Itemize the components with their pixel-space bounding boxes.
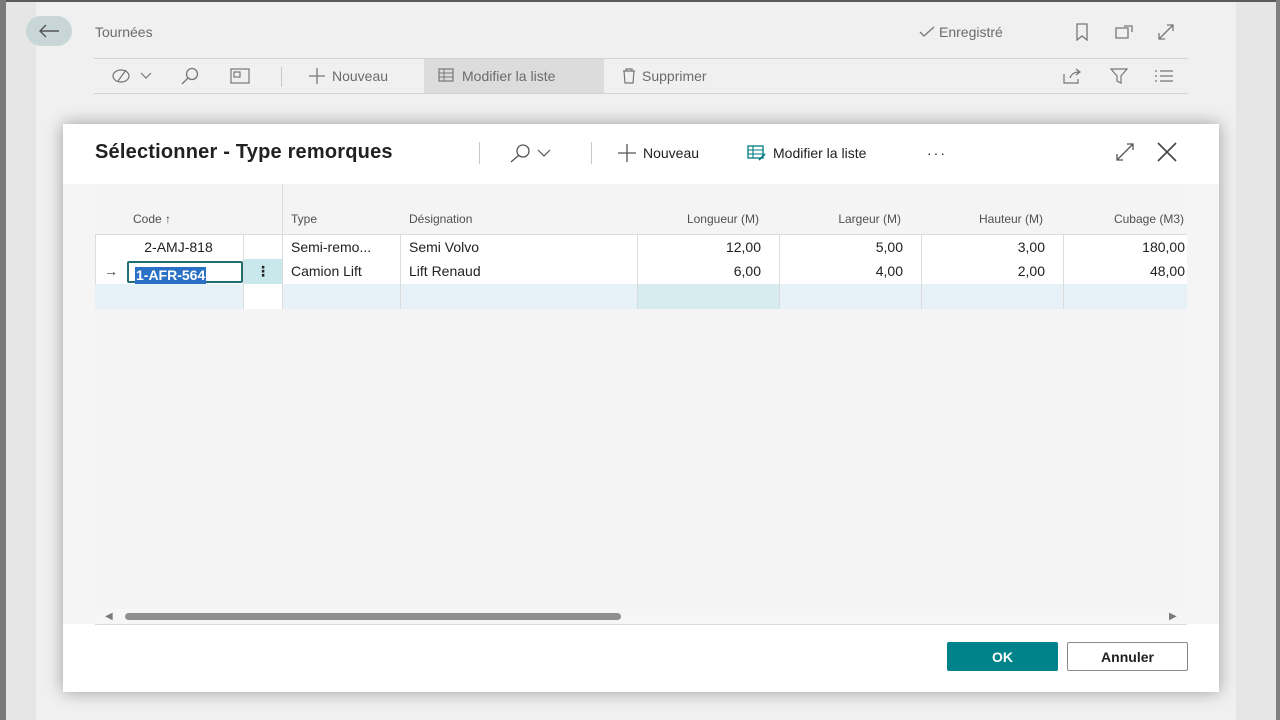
col-header-type[interactable]: Type bbox=[291, 212, 317, 226]
cell-row-action[interactable] bbox=[244, 235, 283, 260]
cell-code[interactable] bbox=[95, 284, 244, 309]
arrow-left-icon bbox=[39, 24, 59, 38]
scroll-right-icon[interactable]: ▶ bbox=[1169, 611, 1177, 622]
cell-longueur[interactable]: 12,00 bbox=[638, 235, 780, 260]
data-grid: Code ↑ Type Désignation Longueur (M) Lar… bbox=[95, 184, 1187, 624]
cell-designation[interactable] bbox=[401, 284, 638, 309]
cell-longueur[interactable]: 6,00 bbox=[638, 259, 780, 284]
cell-largeur[interactable] bbox=[780, 284, 922, 309]
col-header-designation[interactable]: Désignation bbox=[409, 212, 472, 226]
cell-hauteur[interactable]: 3,00 bbox=[922, 235, 1064, 260]
share-button[interactable] bbox=[1062, 59, 1082, 93]
search-button[interactable] bbox=[180, 59, 200, 93]
background-toolbar: Nouveau Modifier la liste Supprimer bbox=[94, 58, 1188, 94]
grid-header: Code ↑ Type Désignation Longueur (M) Lar… bbox=[95, 184, 1187, 234]
edit-list-icon bbox=[747, 145, 766, 161]
bg-delete-button[interactable]: Supprimer bbox=[622, 59, 707, 93]
expand-icon[interactable] bbox=[1156, 22, 1176, 42]
more-options-button[interactable]: ··· bbox=[927, 141, 947, 165]
dialog-edit-list-button[interactable]: Modifier la liste bbox=[747, 141, 866, 165]
background-right-edge bbox=[1276, 0, 1280, 720]
plus-icon bbox=[618, 144, 636, 162]
edit-list-icon bbox=[438, 68, 454, 82]
selected-row-arrow-icon: → bbox=[104, 263, 118, 279]
cell-type[interactable]: Semi-remo... bbox=[283, 235, 401, 260]
table-row-selected[interactable]: → 1-AFR-564 ⋮ Camion Lift Lift Renaud 6,… bbox=[95, 259, 1187, 284]
edit-mode-icon bbox=[112, 69, 130, 83]
dialog-new-button[interactable]: Nouveau bbox=[617, 141, 699, 165]
list-icon bbox=[1155, 70, 1173, 82]
code-input[interactable]: 1-AFR-564 bbox=[127, 261, 243, 284]
bg-delete-label: Supprimer bbox=[642, 68, 707, 84]
cell-cubage[interactable]: 48,00 bbox=[1064, 259, 1187, 284]
filter-icon bbox=[1110, 68, 1128, 84]
dialog-search-button[interactable] bbox=[509, 141, 551, 165]
row-menu-button[interactable]: ⋮ bbox=[244, 259, 283, 284]
table-row-new[interactable] bbox=[95, 284, 1187, 309]
cell-hauteur[interactable]: 2,00 bbox=[922, 259, 1064, 284]
search-icon bbox=[181, 67, 199, 85]
filter-button[interactable] bbox=[1110, 59, 1128, 93]
cell-cubage[interactable] bbox=[1064, 284, 1187, 309]
lookup-dialog: Sélectionner - Type remorques Nouveau Mo… bbox=[63, 124, 1219, 692]
cell-largeur[interactable]: 4,00 bbox=[780, 259, 922, 284]
page-title: Tournées bbox=[95, 24, 153, 40]
view-switcher[interactable] bbox=[112, 59, 152, 93]
bookmark-icon[interactable] bbox=[1072, 22, 1092, 42]
close-icon[interactable] bbox=[1155, 140, 1179, 164]
cell-designation[interactable]: Lift Renaud bbox=[401, 259, 638, 284]
cell-longueur[interactable] bbox=[638, 284, 780, 309]
col-header-cubage[interactable]: Cubage (M3) bbox=[1063, 212, 1184, 226]
code-input-value: 1-AFR-564 bbox=[135, 267, 207, 284]
col-header-hauteur[interactable]: Hauteur (M) bbox=[923, 212, 1043, 226]
grid-area: Code ↑ Type Désignation Longueur (M) Lar… bbox=[63, 184, 1219, 624]
plus-icon bbox=[309, 68, 325, 84]
col-header-largeur[interactable]: Largeur (M) bbox=[781, 212, 901, 226]
open-new-window-icon[interactable] bbox=[1114, 22, 1134, 42]
cell-type[interactable] bbox=[283, 284, 401, 309]
cell-largeur[interactable]: 5,00 bbox=[780, 235, 922, 260]
dialog-edit-list-label: Modifier la liste bbox=[773, 145, 867, 161]
chevron-down-icon bbox=[537, 149, 551, 157]
background-header: Tournées Enregistré bbox=[26, 14, 1196, 54]
bg-new-button[interactable]: Nouveau bbox=[308, 59, 388, 93]
scrollbar-thumb[interactable] bbox=[125, 613, 621, 620]
layout-icon bbox=[230, 68, 250, 84]
scroll-left-icon[interactable]: ◀ bbox=[105, 611, 113, 622]
cell-designation[interactable]: Semi Volvo bbox=[401, 235, 638, 260]
horizontal-scrollbar[interactable]: ◀ ▶ bbox=[95, 609, 1187, 625]
col-header-longueur[interactable]: Longueur (M) bbox=[639, 212, 759, 226]
chevron-down-icon bbox=[140, 72, 152, 79]
share-icon bbox=[1063, 68, 1081, 84]
row-menu-icon: ⋮ bbox=[256, 263, 270, 279]
saved-status-label: Enregistré bbox=[939, 24, 1003, 40]
search-icon bbox=[510, 144, 530, 163]
bg-edit-list-label: Modifier la liste bbox=[462, 68, 556, 84]
trash-icon bbox=[623, 68, 635, 84]
bg-edit-list-button[interactable]: Modifier la liste bbox=[424, 59, 604, 93]
table-row[interactable]: 2-AMJ-818 Semi-remo... Semi Volvo 12,00 … bbox=[95, 234, 1187, 260]
cell-type[interactable]: Camion Lift bbox=[283, 259, 401, 284]
cell-hauteur[interactable] bbox=[922, 284, 1064, 309]
dialog-title: Sélectionner - Type remorques bbox=[95, 141, 393, 163]
dialog-expand-icon[interactable] bbox=[1113, 140, 1137, 164]
check-icon bbox=[919, 26, 935, 37]
list-view-button[interactable] bbox=[1154, 59, 1174, 93]
dialog-header: Sélectionner - Type remorques Nouveau Mo… bbox=[63, 124, 1219, 184]
saved-status: Enregistré bbox=[919, 24, 1003, 40]
col-header-code[interactable]: Code ↑ bbox=[133, 212, 171, 226]
cancel-button[interactable]: Annuler bbox=[1067, 642, 1188, 671]
cell-cubage[interactable]: 180,00 bbox=[1064, 235, 1187, 260]
ok-button[interactable]: OK bbox=[947, 642, 1058, 671]
cell-code-edit[interactable]: → 1-AFR-564 bbox=[95, 259, 244, 284]
dialog-new-label: Nouveau bbox=[643, 145, 700, 161]
cell-row-action[interactable] bbox=[244, 284, 283, 309]
bg-new-label: Nouveau bbox=[332, 68, 389, 84]
more-options-label: ··· bbox=[927, 145, 947, 161]
back-button[interactable] bbox=[26, 16, 72, 46]
layout-button[interactable] bbox=[230, 59, 250, 93]
cell-code[interactable]: 2-AMJ-818 bbox=[95, 235, 244, 260]
